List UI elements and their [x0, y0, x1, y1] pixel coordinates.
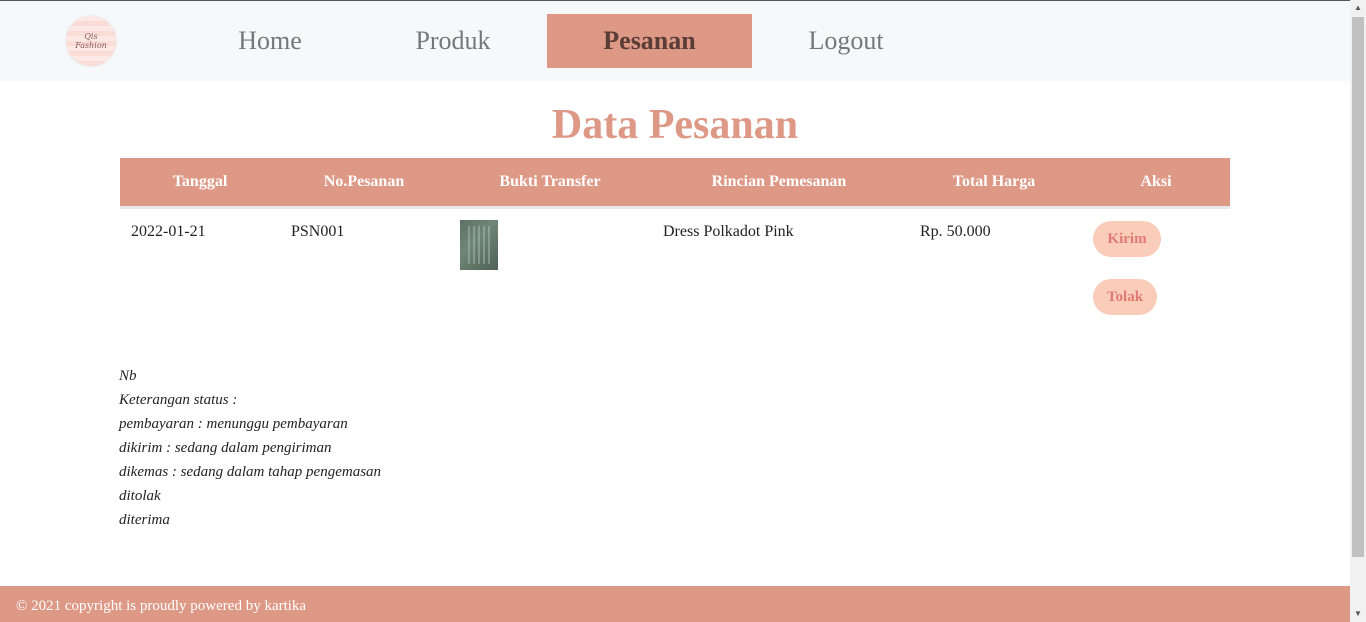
column-header-tanggal: Tanggal — [172, 173, 228, 190]
column-header-bukti-transfer: Bukti Transfer — [499, 173, 601, 190]
note-line: diterima — [119, 512, 170, 528]
scrollbar-thumb[interactable] — [1352, 17, 1364, 557]
cell-no-pesanan: PSN001 — [291, 223, 345, 240]
note-line: pembayaran : menunggu pembayaran — [119, 416, 348, 432]
cell-tanggal: 2022-01-21 — [131, 223, 206, 240]
vertical-scrollbar[interactable]: ▲ ▼ — [1350, 0, 1366, 622]
note-line: dikirim : sedang dalam pengiriman — [119, 440, 332, 456]
navbar: Qis Fashion Home Produk Pesanan Logout — [0, 1, 1350, 81]
cell-total-harga: Rp. 50.000 — [920, 223, 991, 240]
nav-produk[interactable]: Produk — [402, 14, 504, 68]
note-line: ditolak — [119, 488, 161, 504]
tolak-button[interactable]: Tolak — [1093, 279, 1157, 315]
bukti-transfer-image[interactable] — [460, 220, 498, 270]
kirim-button[interactable]: Kirim — [1093, 221, 1161, 257]
note-line: dikemas : sedang dalam tahap pengemasan — [119, 464, 382, 480]
page-title: Data Pesanan — [551, 102, 799, 148]
scroll-down-arrow-icon[interactable]: ▼ — [1350, 606, 1366, 622]
note-line: Keterangan status : — [119, 392, 238, 408]
footer-copyright: © 2021 copyright is proudly powered by k… — [16, 598, 307, 614]
status-notes: Nb Keterangan status : pembayaran : menu… — [119, 364, 381, 532]
page: Qis Fashion Home Produk Pesanan Logout D… — [0, 0, 1366, 622]
footer: © 2021 copyright is proudly powered by k… — [0, 586, 1350, 622]
logo-text-line1: Qis — [84, 32, 98, 41]
table-header: Tanggal No.Pesanan Bukti Transfer Rincia… — [120, 158, 1230, 209]
brand-logo[interactable]: Qis Fashion — [66, 16, 116, 66]
column-header-no-pesanan: No.Pesanan — [323, 173, 405, 190]
nav-home[interactable]: Home — [220, 14, 320, 68]
logo-text-line2: Fashion — [75, 41, 107, 50]
scroll-up-arrow-icon[interactable]: ▲ — [1350, 0, 1366, 16]
note-line: Nb — [119, 368, 137, 384]
column-header-total-harga: Total Harga — [952, 173, 1036, 190]
cell-rincian: Dress Polkadot Pink — [663, 223, 794, 240]
column-header-aksi: Aksi — [1140, 173, 1172, 190]
column-header-rincian: Rincian Pemesanan — [711, 173, 847, 190]
nav-pesanan-active[interactable]: Pesanan — [547, 14, 752, 68]
nav-logout[interactable]: Logout — [796, 14, 896, 68]
